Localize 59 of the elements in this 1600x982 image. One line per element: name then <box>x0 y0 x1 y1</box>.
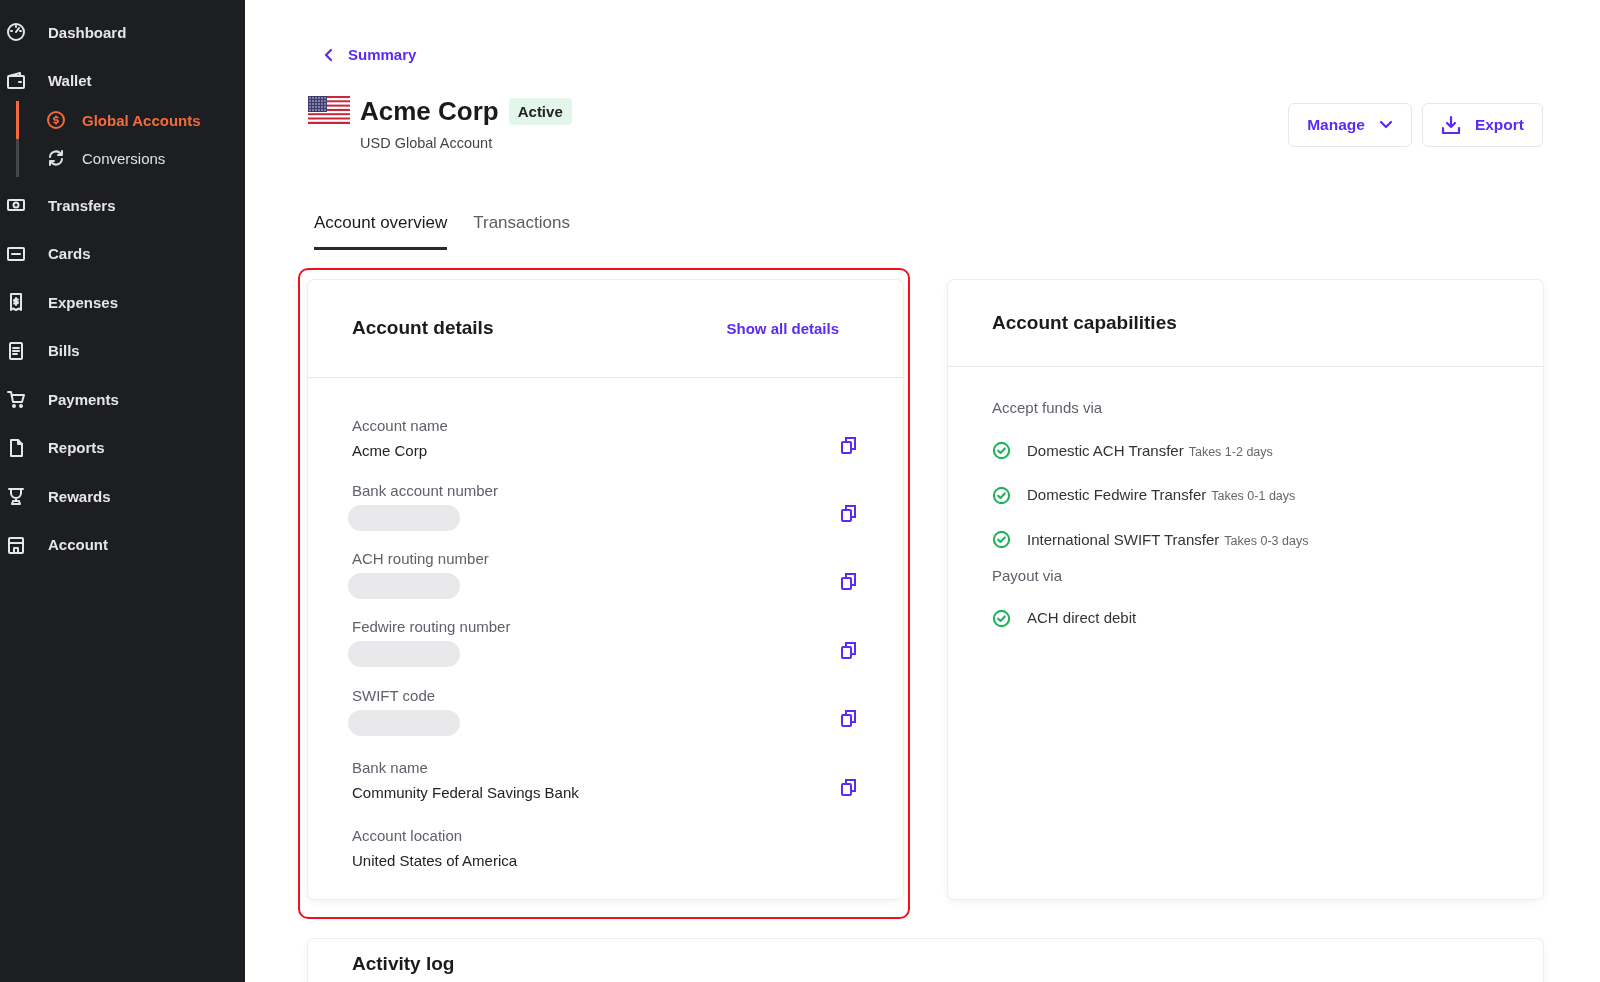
sidebar-item[interactable]: Dashboard <box>0 8 245 57</box>
field-label: Bank account number <box>352 481 498 499</box>
account-subtitle: USD Global Account <box>360 134 494 151</box>
sidebar-item[interactable]: Transfers <box>0 181 245 230</box>
field-label: ACH routing number <box>352 549 489 567</box>
capability-name: Domestic ACH Transfer <box>1027 441 1184 459</box>
copy-icon[interactable] <box>841 709 857 728</box>
card-title: Account details <box>352 317 494 339</box>
dollar-coin-icon <box>46 110 66 130</box>
copy-icon[interactable] <box>841 435 857 454</box>
sidebar-item[interactable]: Payments <box>0 375 245 424</box>
copy-icon[interactable] <box>841 777 857 796</box>
sidebar-item[interactable]: Account <box>0 520 245 569</box>
section-heading: Payout via <box>992 565 1064 586</box>
field-label: Bank name <box>352 758 429 776</box>
capability-name: International SWIFT Transfer <box>1027 530 1220 548</box>
account-title: Acme Corp <box>360 95 499 127</box>
chevron-down-icon <box>1378 119 1393 130</box>
field-label: Account name <box>352 416 448 434</box>
copy-icon[interactable] <box>841 640 857 659</box>
status-badge: Active <box>508 97 572 125</box>
capability-name: ACH direct debit <box>1027 609 1137 627</box>
trophy-icon <box>6 486 26 507</box>
sidebar-item[interactable]: Rewards <box>0 472 245 521</box>
capability-note: Takes 1-2 days <box>1188 444 1273 459</box>
sidebar-item[interactable]: Expenses <box>0 278 245 327</box>
show-details-link[interactable]: Show all details <box>726 319 839 337</box>
download-icon <box>1440 114 1461 135</box>
cart-icon <box>6 389 26 410</box>
capability-note: Takes 0-3 days <box>1224 533 1309 548</box>
tab[interactable]: Account overview <box>314 212 448 250</box>
sidebar-item[interactable]: Reports <box>0 423 245 472</box>
sidebar-item[interactable]: Bills <box>0 326 245 375</box>
copy-icon[interactable] <box>841 504 857 523</box>
wallet-icon <box>6 70 26 91</box>
field-value: Community Federal Savings Bank <box>352 783 579 801</box>
field-value: Acme Corp <box>352 441 429 459</box>
gauge-icon <box>6 22 26 43</box>
field-label: SWIFT code <box>352 686 437 704</box>
export-button[interactable]: Export <box>1421 102 1543 147</box>
back-link[interactable]: Summary <box>324 46 417 63</box>
copy-icon[interactable] <box>841 572 857 591</box>
storefront-icon <box>6 534 26 555</box>
document-icon <box>6 340 26 361</box>
card-title: Activity log <box>352 952 456 975</box>
sidebar-subitem[interactable]: Conversions <box>0 139 245 177</box>
flag-icon <box>308 95 350 126</box>
capability-name: Domestic Fedwire Transfer <box>1027 486 1207 504</box>
capability-note: Takes 0-1 days <box>1211 489 1296 504</box>
sidebar-item[interactable]: Cards <box>0 229 245 278</box>
tab[interactable]: Transactions <box>473 212 570 250</box>
field-label: Fedwire routing number <box>352 618 511 636</box>
field-label: Account location <box>352 827 464 845</box>
field-value: United States of America <box>352 852 518 870</box>
manage-button[interactable]: Manage <box>1288 102 1412 147</box>
section-heading: Accept funds via <box>992 398 1104 418</box>
refresh-icon <box>46 148 66 168</box>
chevron-left-icon <box>324 47 334 62</box>
card-title: Account capabilities <box>992 311 1177 334</box>
